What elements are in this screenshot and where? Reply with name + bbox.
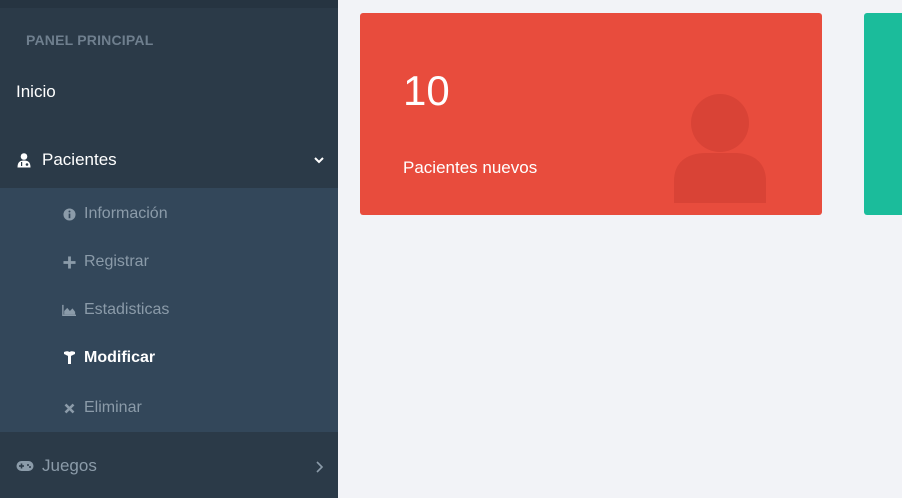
sidebar-item-pacientes-label: Pacientes xyxy=(42,150,117,169)
submenu-item-eliminar[interactable]: Eliminar xyxy=(62,394,142,422)
submenu-item-modificar[interactable]: Modificar xyxy=(62,344,155,372)
wrench-icon xyxy=(62,351,76,365)
submenu-item-label: Modificar xyxy=(84,349,156,366)
user-md-icon xyxy=(16,152,32,168)
submenu-item-registrar[interactable]: Registrar xyxy=(62,248,149,276)
area-chart-icon xyxy=(62,303,76,317)
sidebar-item-juegos-label: Juegos xyxy=(42,456,97,475)
submenu-item-label: Información xyxy=(84,205,168,222)
sidebar-item-juegos[interactable]: Juegos xyxy=(0,446,338,486)
info-circle-icon xyxy=(62,207,76,221)
user-icon xyxy=(668,93,772,203)
stat-caption: Pacientes nuevos xyxy=(403,158,538,177)
sidebar: PANEL PRINCIPAL Inicio Pacientes Informa… xyxy=(0,0,338,498)
stat-value: 10 xyxy=(403,67,450,114)
sidebar-item-inicio[interactable]: Inicio xyxy=(0,70,338,114)
sidebar-top-strip xyxy=(0,0,338,8)
chevron-right-icon xyxy=(314,461,324,473)
times-icon xyxy=(62,401,76,415)
sidebar-item-pacientes[interactable]: Pacientes xyxy=(0,134,338,186)
submenu-item-label: Eliminar xyxy=(84,399,142,416)
submenu-item-estadisticas[interactable]: Estadisticas xyxy=(62,296,169,324)
pacientes-submenu: Información Registrar Estadisticas Modif… xyxy=(0,188,338,432)
gamepad-icon xyxy=(16,460,34,472)
stat-card-partial[interactable] xyxy=(864,13,902,215)
app-root: PANEL PRINCIPAL Inicio Pacientes Informa… xyxy=(0,0,902,498)
chevron-down-icon xyxy=(314,155,324,165)
submenu-item-label: Estadisticas xyxy=(84,301,170,318)
submenu-item-label: Registrar xyxy=(84,253,149,270)
section-label: PANEL PRINCIPAL xyxy=(26,32,154,48)
submenu-item-informacion[interactable]: Información xyxy=(62,200,168,228)
plus-icon xyxy=(62,255,76,269)
stat-card-pacientes-nuevos[interactable]: 10 Pacientes nuevos xyxy=(360,13,822,215)
